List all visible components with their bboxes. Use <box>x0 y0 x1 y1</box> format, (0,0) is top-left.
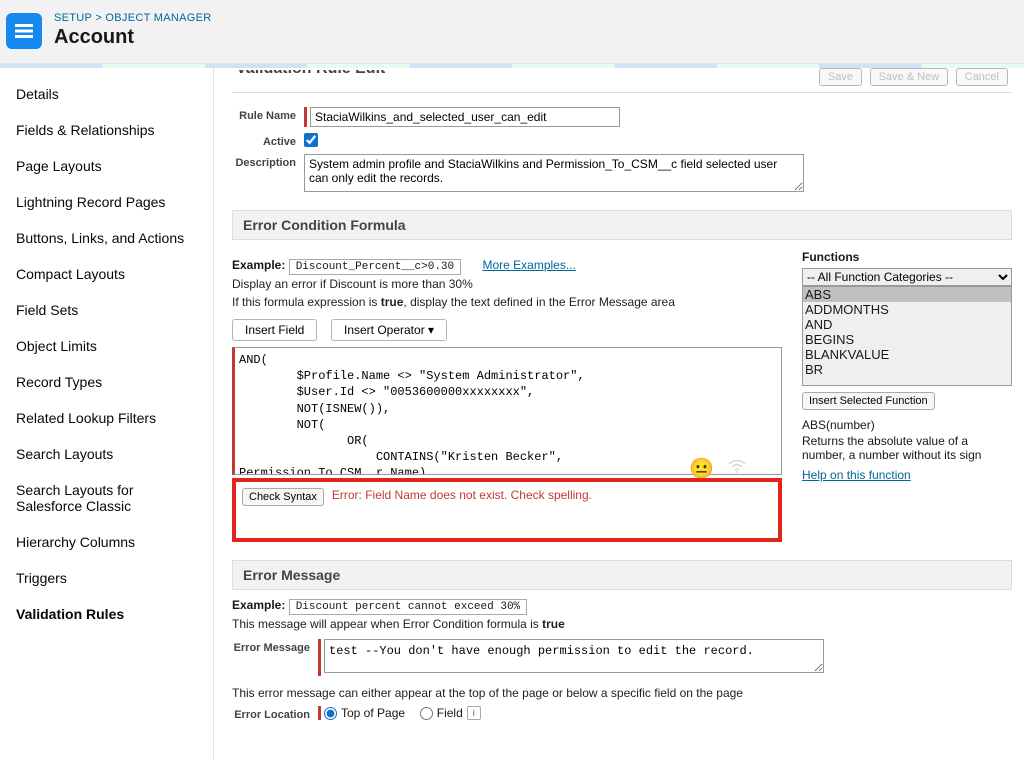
function-item[interactable]: ADDMONTHS <box>803 302 1011 317</box>
save-button[interactable]: Save <box>819 68 862 86</box>
sidebar: DetailsFields & RelationshipsPage Layout… <box>0 68 214 760</box>
sidebar-item-record-types[interactable]: Record Types <box>0 364 213 400</box>
breadcrumb-setup[interactable]: SETUP <box>54 12 92 24</box>
cancel-button[interactable]: Cancel <box>956 68 1008 86</box>
wifi-icon <box>728 460 746 479</box>
function-item[interactable]: AND <box>803 317 1011 332</box>
error-location-label: Error Location <box>232 706 318 721</box>
field-radio[interactable] <box>420 707 433 720</box>
function-list[interactable]: ABSADDMONTHSANDBEGINSBLANKVALUEBR <box>802 286 1012 386</box>
more-examples-link[interactable]: More Examples... <box>482 258 575 272</box>
info-icon[interactable]: i <box>467 706 481 720</box>
sidebar-item-lightning-record-pages[interactable]: Lightning Record Pages <box>0 184 213 220</box>
sidebar-item-object-limits[interactable]: Object Limits <box>0 328 213 364</box>
section-error-message: Error Message <box>232 560 1012 590</box>
functions-panel: Functions -- All Function Categories -- … <box>802 250 1012 542</box>
description-label: Description <box>232 154 304 169</box>
top-of-page-radio[interactable] <box>324 707 337 720</box>
syntax-result-box: Check Syntax Error: Field Name does not … <box>232 478 782 542</box>
error-message-label: Error Message <box>232 639 318 654</box>
function-item[interactable]: BEGINS <box>803 332 1011 347</box>
function-signature: ABS(number) <box>802 418 1012 432</box>
functions-label: Functions <box>802 250 859 264</box>
example-hint: Display an error if Discount is more tha… <box>232 277 782 291</box>
sidebar-item-validation-rules[interactable]: Validation Rules <box>0 596 213 632</box>
formula-hint: If this formula expression is true, disp… <box>232 295 782 309</box>
insert-selected-function-button[interactable]: Insert Selected Function <box>802 392 935 410</box>
sidebar-item-page-layouts[interactable]: Page Layouts <box>0 148 213 184</box>
sidebar-item-hierarchy-columns[interactable]: Hierarchy Columns <box>0 524 213 560</box>
function-item[interactable]: ABS <box>803 287 1011 302</box>
sidebar-item-fields-relationships[interactable]: Fields & Relationships <box>0 112 213 148</box>
content-area: Validation Rule Edit Save Save & New Can… <box>214 68 1024 760</box>
rule-name-input[interactable] <box>310 107 620 127</box>
page-title: Account <box>54 26 212 49</box>
active-label: Active <box>232 133 304 148</box>
insert-field-button[interactable]: Insert Field <box>232 319 317 341</box>
description-textarea[interactable] <box>304 154 804 192</box>
rule-name-label: Rule Name <box>232 107 304 122</box>
page-header: SETUP > OBJECT MANAGER Account <box>0 0 1024 64</box>
breadcrumb-object-manager[interactable]: OBJECT MANAGER <box>105 12 211 24</box>
error-location-hint: This error message can either appear at … <box>232 686 1012 700</box>
active-checkbox[interactable] <box>304 133 318 147</box>
sidebar-item-triggers[interactable]: Triggers <box>0 560 213 596</box>
toolbar: Validation Rule Edit Save Save & New Can… <box>232 68 1012 93</box>
example-code: Discount_Percent__c>0.30 <box>289 259 461 275</box>
check-syntax-button[interactable]: Check Syntax <box>242 488 324 506</box>
neutral-face-icon: 😐 <box>689 456 714 481</box>
help-on-function-link[interactable]: Help on this function <box>802 468 911 482</box>
function-description: Returns the absolute value of a number, … <box>802 434 1012 462</box>
section-error-condition: Error Condition Formula <box>232 210 1012 240</box>
sidebar-item-related-lookup-filters[interactable]: Related Lookup Filters <box>0 400 213 436</box>
insert-operator-button[interactable]: Insert Operator <box>331 319 447 341</box>
function-item[interactable]: BR <box>803 362 1011 377</box>
app-launcher-icon[interactable] <box>6 13 42 49</box>
function-category-select[interactable]: -- All Function Categories -- <box>802 268 1012 286</box>
sidebar-item-search-layouts-for-salesforce-classic[interactable]: Search Layouts for Salesforce Classic <box>0 472 213 524</box>
function-item[interactable]: BLANKVALUE <box>803 347 1011 362</box>
syntax-error-text: Error: Field Name does not exist. Check … <box>332 488 592 502</box>
sidebar-item-buttons-links-and-actions[interactable]: Buttons, Links, and Actions <box>0 220 213 256</box>
panel-title: Validation Rule Edit <box>236 70 385 84</box>
error-msg-hint: This message will appear when Error Cond… <box>232 617 1012 631</box>
sidebar-item-details[interactable]: Details <box>0 76 213 112</box>
error-msg-example: Discount percent cannot exceed 30% <box>289 599 527 615</box>
sidebar-item-search-layouts[interactable]: Search Layouts <box>0 436 213 472</box>
breadcrumb: SETUP > OBJECT MANAGER <box>54 12 212 24</box>
sidebar-item-compact-layouts[interactable]: Compact Layouts <box>0 256 213 292</box>
save-and-new-button[interactable]: Save & New <box>870 68 949 86</box>
error-message-textarea[interactable] <box>324 639 824 673</box>
sidebar-item-field-sets[interactable]: Field Sets <box>0 292 213 328</box>
